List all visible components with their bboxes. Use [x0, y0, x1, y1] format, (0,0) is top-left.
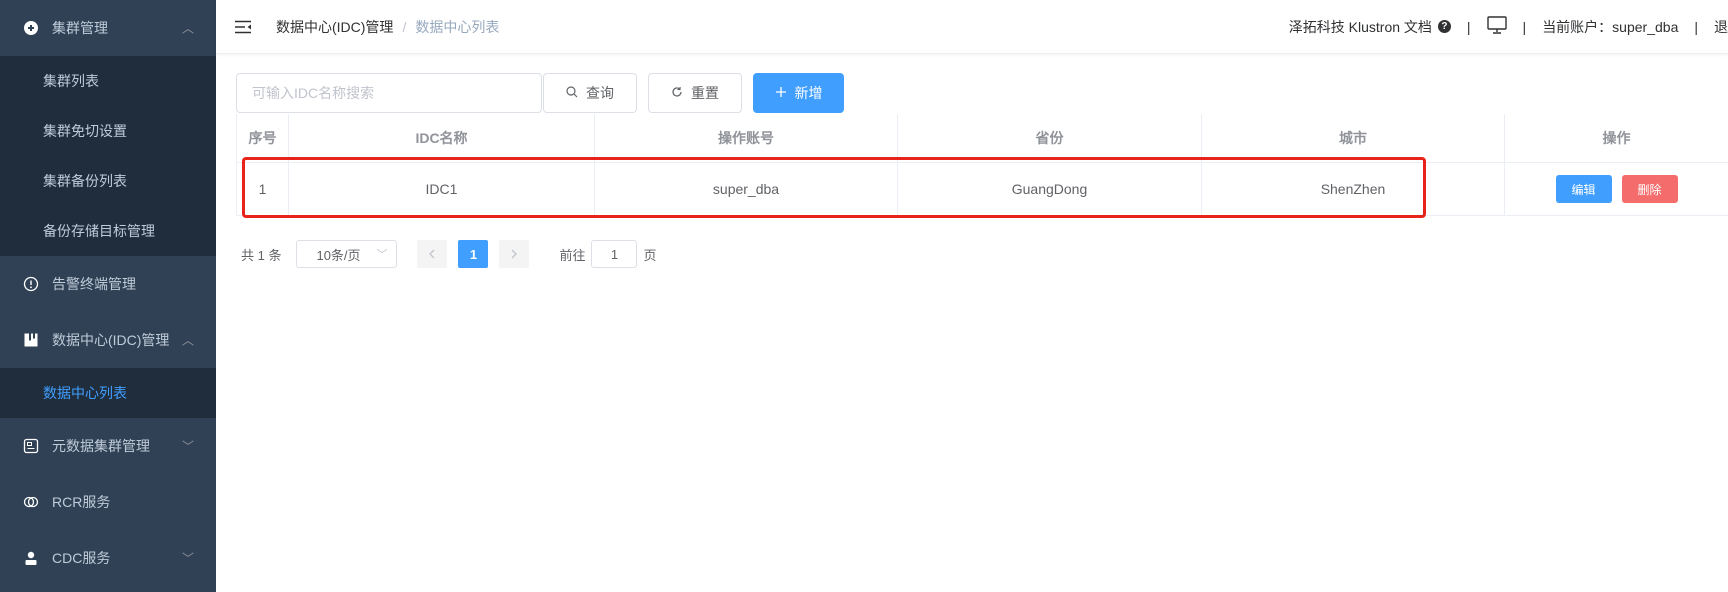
chevron-down-icon: ﹀ [181, 551, 194, 566]
edit-button[interactable]: 编辑 [1555, 175, 1612, 203]
table-row: 1 IDC1 super_dba GuangDong ShenZhen 编辑 删除 [236, 162, 1728, 216]
menu-label: 元数据集群管理 [52, 438, 150, 454]
query-button-label: 查询 [586, 85, 614, 101]
pagination-total: 共 1 条 [241, 247, 282, 263]
goto-suffix: 页 [643, 247, 657, 263]
column-header-city: 城市 [1201, 114, 1505, 163]
page-size-select[interactable]: 10条/页 ﹀ [296, 240, 398, 268]
menu-datacenter-management[interactable]: 数据中心(IDC)管理 ︿ [0, 312, 216, 368]
add-button-label: 新增 [794, 85, 823, 101]
datacenter-icon [22, 331, 40, 349]
prev-page-button[interactable] [417, 240, 448, 268]
docs-link[interactable]: 泽拓科技 Klustron 文档 [1289, 17, 1432, 37]
pagination: 共 1 条 10条/页 ﹀ 1 前往 页 [241, 240, 657, 268]
monitor-icon[interactable] [1486, 16, 1507, 37]
menu-label: 集群管理 [52, 20, 108, 36]
divider: | [1522, 18, 1527, 35]
idc-name-search-input[interactable] [236, 73, 542, 113]
chevron-down-icon: ﹀ [181, 439, 194, 454]
sidebar-item-cluster-failover-settings[interactable]: 集群免切设置 [0, 106, 216, 156]
column-header-actions: 操作 [1504, 114, 1728, 163]
column-header-province: 省份 [897, 114, 1202, 163]
menu-cluster-management[interactable]: 集群管理 ︿ [0, 0, 216, 56]
sidebar-item-cluster-backup-list[interactable]: 集群备份列表 [0, 156, 216, 206]
menu-metadata-cluster[interactable]: 元数据集群管理 ﹀ [0, 418, 216, 474]
menu-label: CDC服务 [52, 550, 111, 566]
column-header-idc-name: IDC名称 [288, 114, 595, 163]
delete-button[interactable]: 删除 [1621, 175, 1678, 203]
table-header-row: 序号 IDC名称 操作账号 省份 城市 操作 [236, 114, 1728, 163]
plus-icon [775, 86, 787, 101]
menu-cdc-service[interactable]: CDC服务 ﹀ [0, 530, 216, 586]
cdc-icon [22, 549, 40, 567]
cell-actions: 编辑 删除 [1504, 162, 1728, 216]
menu-alert-terminal[interactable]: 告警终端管理 [0, 256, 216, 312]
reset-button-label: 重置 [691, 85, 719, 101]
column-header-account: 操作账号 [594, 114, 898, 163]
cluster-icon [22, 19, 40, 37]
divider: | [1694, 18, 1698, 35]
hamburger-menu-icon[interactable] [234, 17, 254, 37]
top-navbar: 数据中心(IDC)管理 / 数据中心列表 泽拓科技 Klustron 文档 ? … [216, 0, 1728, 54]
menu-label: 数据中心(IDC)管理 [52, 332, 170, 348]
refresh-icon [671, 86, 683, 101]
sidebar-item-cluster-list[interactable]: 集群列表 [0, 56, 216, 106]
help-icon[interactable]: ? [1437, 20, 1451, 33]
chevron-right-icon [512, 249, 518, 259]
chevron-left-icon [429, 249, 435, 259]
add-button[interactable]: 新增 [753, 73, 844, 113]
sidebar-item-backup-storage-target[interactable]: 备份存储目标管理 [0, 206, 216, 256]
query-button[interactable]: 查询 [543, 73, 637, 113]
search-toolbar: 查询 重置 新增 [236, 73, 844, 113]
header-right: 泽拓科技 Klustron 文档 ? | | 当前账户：super_dba | … [1289, 0, 1728, 53]
next-page-button[interactable] [499, 240, 530, 268]
cell-idc-name: IDC1 [288, 162, 595, 216]
menu-label: 告警终端管理 [52, 276, 136, 292]
rcr-icon [22, 493, 40, 511]
logout-link[interactable]: 退 [1714, 17, 1728, 37]
alert-icon [22, 275, 40, 293]
cell-index: 1 [236, 162, 289, 216]
cell-city: ShenZhen [1201, 162, 1505, 216]
reset-button[interactable]: 重置 [648, 73, 742, 113]
sidebar-item-datacenter-list[interactable]: 数据中心列表 [0, 368, 216, 418]
breadcrumb-parent[interactable]: 数据中心(IDC)管理 [276, 17, 393, 37]
menu-label: RCR服务 [52, 494, 111, 510]
column-header-index: 序号 [236, 114, 289, 163]
page-size-value: 10条/页 [316, 247, 361, 263]
cell-account: super_dba [594, 162, 898, 216]
page-number-current[interactable]: 1 [458, 240, 489, 268]
divider: | [1466, 18, 1471, 35]
chevron-up-icon: ︿ [181, 333, 194, 348]
metadata-icon [22, 437, 40, 455]
cell-province: GuangDong [897, 162, 1202, 216]
goto-page-input[interactable] [591, 240, 638, 268]
chevron-down-icon: ﹀ [376, 249, 388, 261]
idc-table: 序号 IDC名称 操作账号 省份 城市 操作 1 IDC1 super_dba … [236, 114, 1728, 216]
current-account: 当前账户：super_dba [1542, 18, 1679, 35]
breadcrumb-separator: / [402, 18, 407, 35]
breadcrumb-current: 数据中心列表 [415, 18, 500, 35]
menu-rcr-service[interactable]: RCR服务 [0, 474, 216, 530]
chevron-up-icon: ︿ [181, 21, 194, 36]
search-icon [566, 85, 578, 101]
goto-prefix: 前往 [559, 247, 586, 263]
sidebar: 集群管理 ︿ 集群列表 集群免切设置 集群备份列表 备份存储目标管理 告警终端管… [0, 0, 216, 592]
